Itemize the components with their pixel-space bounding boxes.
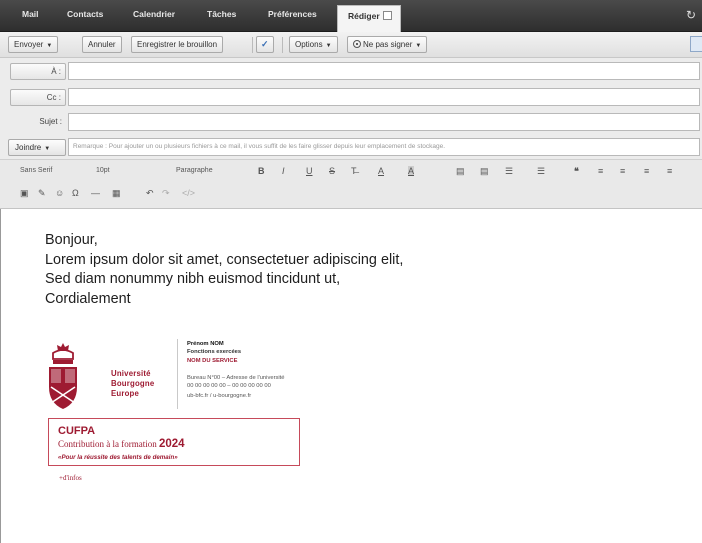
font-family-select[interactable]: Sans Serif — [20, 167, 52, 174]
image-icon[interactable]: ▣ — [20, 188, 29, 199]
message-body-editor[interactable]: Bonjour, Lorem ipsum dolor sit amet, con… — [0, 209, 702, 543]
strikethrough-icon[interactable]: S — [329, 166, 335, 176]
body-line: Lorem ipsum dolor sit amet, consectetuer… — [45, 251, 404, 268]
tab-compose-label: Rédiger — [348, 11, 380, 21]
body-line: Cordialement — [45, 290, 131, 307]
options-button[interactable]: Options ▼ — [289, 36, 338, 53]
body-line: Sed diam nonummy nibh euismod tincidunt … — [45, 271, 341, 287]
signature-select-label: Ne pas signer — [363, 40, 413, 49]
attachment-dropzone[interactable]: Remarque : Pour ajouter un ou plusieurs … — [68, 138, 700, 156]
chevron-down-icon: ▼ — [325, 43, 332, 49]
subject-field[interactable] — [68, 113, 700, 131]
ordered-list-icon[interactable]: ▤ — [456, 166, 465, 177]
send-label: Envoyer — [14, 40, 44, 49]
org-name-line: Europe — [111, 389, 140, 398]
outdent-icon[interactable]: ☰ — [505, 166, 513, 177]
compose-toolbar: Envoyer ▼ Annuler Enregistrer le brouillo… — [0, 32, 702, 58]
spellcheck-icon: ✓ — [261, 39, 269, 49]
align-right-icon[interactable]: ≡ — [644, 166, 649, 176]
underline-icon[interactable]: U — [306, 166, 313, 176]
banner-title: CUFPA — [58, 425, 96, 437]
table-icon[interactable]: ▦ — [112, 188, 121, 199]
to-label-button[interactable]: À : — [10, 63, 66, 80]
signature-select[interactable]: Ne pas signer ▼ — [347, 36, 428, 53]
org-name-line: Bourgogne — [111, 379, 155, 388]
link-icon[interactable]: ✎ — [38, 188, 46, 199]
font-size-select[interactable]: 10pt — [96, 167, 110, 174]
message-text: Bonjour, Lorem ipsum dolor sit amet, con… — [45, 231, 403, 309]
tab-calendar[interactable]: Calendrier — [133, 9, 175, 19]
text-color-icon[interactable]: A — [378, 166, 384, 176]
paragraph-select[interactable]: Paragraphe — [176, 167, 213, 174]
highlight-icon[interactable]: A — [408, 166, 415, 176]
horizontal-rule-icon[interactable]: — — [91, 188, 100, 198]
attach-label: Joindre — [15, 143, 42, 152]
signature-service: NOM DU SERVICE — [187, 358, 238, 364]
body-line: Bonjour, — [45, 232, 98, 248]
university-logo: Université Bourgogne Europe — [47, 343, 175, 411]
chevron-down-icon: ▼ — [415, 43, 422, 49]
align-center-icon[interactable]: ≡ — [620, 166, 625, 176]
bold-icon[interactable]: B — [258, 166, 265, 176]
spellcheck-button[interactable]: ✓ — [256, 36, 274, 53]
signature-web: ub-bfc.fr / u-bourgogne.fr — [187, 393, 252, 399]
more-info-link[interactable]: +d'infos — [59, 474, 82, 482]
align-justify-icon[interactable]: ≡ — [667, 166, 672, 176]
italic-icon[interactable]: I — [282, 166, 285, 176]
app-tab-bar: Mail Contacts Calendrier Tâches Préféren… — [0, 0, 702, 32]
banner-subtitle: Contribution à la formation 2024 — [58, 438, 185, 450]
options-label: Options — [295, 40, 323, 49]
toolbar-divider — [282, 37, 283, 53]
message-header-fields: À : Cc : Sujet : Joindre ▼ Remarque : Pou… — [0, 58, 702, 159]
emoji-icon[interactable]: ☺ — [55, 188, 64, 198]
org-name-line: Université — [111, 369, 151, 378]
attach-button[interactable]: Joindre ▼ — [8, 139, 66, 156]
cancel-button[interactable]: Annuler — [82, 36, 122, 53]
sign-icon — [353, 40, 361, 48]
editor-toolbar: Sans Serif 10pt Paragraphe B I U S T̶ A … — [0, 159, 702, 209]
banner-subtitle-text: Contribution à la formation — [58, 439, 157, 449]
undo-icon[interactable]: ↶ — [146, 188, 154, 199]
banner-year: 2024 — [158, 438, 185, 450]
subject-label: Sujet : — [39, 117, 62, 126]
toolbar-divider — [252, 37, 253, 53]
signature-address: Bureau N°00 – Adresse de l'université — [187, 375, 285, 381]
chevron-down-icon: ▼ — [46, 43, 53, 49]
blockquote-icon[interactable]: ❝ — [574, 166, 579, 177]
special-char-icon[interactable]: Ω — [72, 188, 79, 198]
unordered-list-icon[interactable]: ▤ — [480, 166, 489, 177]
tab-contacts[interactable]: Contacts — [67, 9, 103, 19]
save-draft-button[interactable]: Enregistrer le brouillon — [131, 36, 224, 53]
cc-label-button[interactable]: Cc : — [10, 89, 66, 106]
to-field[interactable] — [68, 62, 700, 80]
signature-role: Fonctions exercées — [187, 349, 242, 355]
tab-tasks[interactable]: Tâches — [207, 9, 236, 19]
source-code-icon[interactable]: </> — [182, 188, 195, 198]
tab-preferences[interactable]: Préférences — [268, 9, 317, 19]
align-left-icon[interactable]: ≡ — [598, 166, 603, 176]
tab-compose[interactable]: Rédiger — [337, 5, 401, 32]
signature-phone: 00 00 00 00 00 – 00 00 00 00 00 — [187, 383, 271, 389]
indent-icon[interactable]: ☰ — [537, 166, 545, 177]
cc-field[interactable] — [68, 88, 700, 106]
redo-icon[interactable]: ↷ — [162, 188, 170, 199]
crown-shield-icon — [49, 343, 77, 409]
send-button[interactable]: Envoyer ▼ — [8, 36, 59, 53]
tab-mail[interactable]: Mail — [22, 9, 39, 19]
signature-name: Prénom NOM — [187, 341, 224, 347]
cufpa-banner[interactable]: CUFPA Contribution à la formation 2024 «… — [48, 418, 300, 466]
new-window-icon[interactable] — [690, 36, 702, 52]
signature-divider — [177, 339, 178, 409]
clear-format-icon[interactable]: T̶ — [351, 166, 357, 176]
banner-tagline: «Pour la réussite des talents de demain» — [58, 454, 178, 461]
refresh-icon[interactable]: ↻ — [686, 8, 696, 22]
close-tab-icon[interactable] — [382, 11, 392, 20]
chevron-down-icon: ▼ — [44, 146, 51, 152]
